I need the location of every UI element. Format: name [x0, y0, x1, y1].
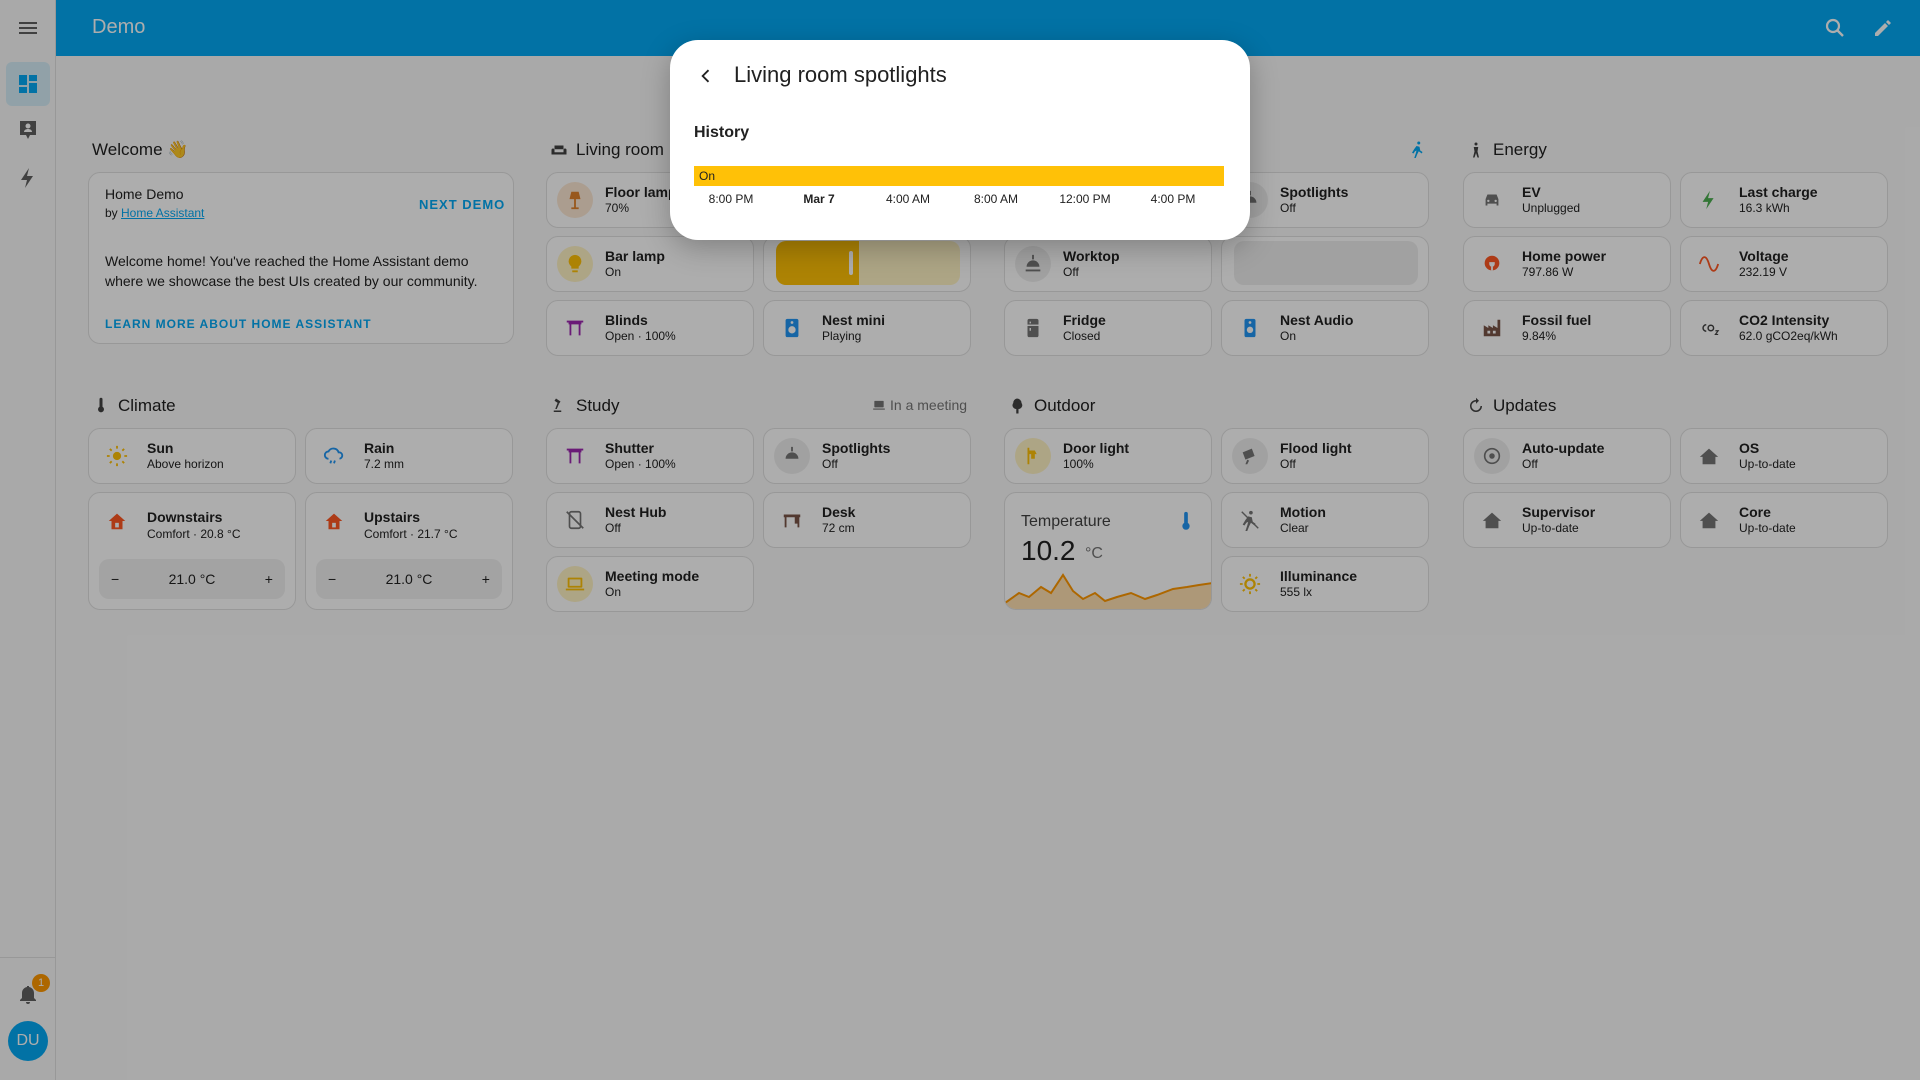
- timeline-state-label: On: [699, 169, 716, 183]
- more-info-dialog: Living room spotlights History On 8:00 P…: [670, 40, 1250, 240]
- history-heading: History: [694, 124, 750, 141]
- timeline-tick: Mar 7: [803, 192, 835, 206]
- back-button[interactable]: [692, 62, 720, 90]
- timeline-tick: 8:00 PM: [708, 192, 754, 206]
- dialog-title: Living room spotlights: [734, 62, 947, 87]
- chevron-left-icon: [701, 69, 710, 83]
- timeline-tick: 4:00 AM: [885, 192, 931, 206]
- timeline-tick: 8:00 AM: [973, 192, 1019, 206]
- history-timeline-bar[interactable]: On: [694, 166, 1224, 186]
- timeline-tick: 4:00 PM: [1150, 192, 1196, 206]
- timeline-tick: 12:00 PM: [1059, 192, 1111, 206]
